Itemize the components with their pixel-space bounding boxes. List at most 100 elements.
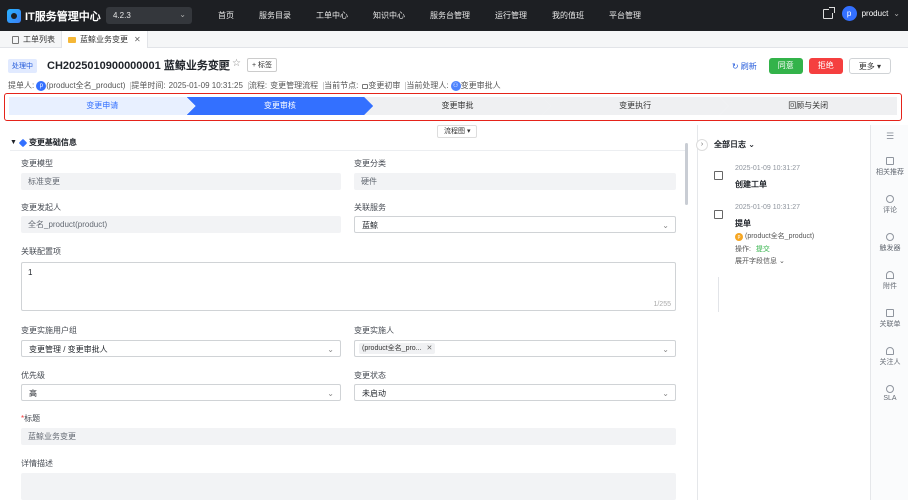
page-title: CH2025010900000001 蓝鲸业务变更 (47, 60, 230, 72)
tab-change-ticket[interactable]: 蓝鲸业务变更 ✕ (61, 31, 148, 48)
log-user: p (product全名_product) (735, 231, 814, 241)
flow-value[interactable]: 变更管理流程 (270, 80, 318, 91)
chip-label: (product全名_pro... (362, 345, 422, 352)
nav-home[interactable]: 首页 (208, 0, 244, 31)
step-label: 变更申请 (86, 101, 119, 110)
step-label: 变更审批 (441, 101, 474, 110)
edit-icon (714, 210, 723, 219)
step-label: 回顾与关闭 (788, 101, 829, 110)
config-textarea[interactable]: 1 1/255 (21, 262, 676, 311)
nav-my-duty[interactable]: 我的值班 (542, 0, 594, 31)
log-filter[interactable]: 全部日志 ⌄ (714, 139, 755, 150)
status-badge: 处理中 (8, 59, 37, 73)
section-header[interactable]: ▼ 变更基础信息 (10, 137, 77, 148)
step-3[interactable]: 变更审批 (364, 97, 551, 115)
refresh-label: 刷新 (740, 61, 757, 71)
node-value: 变更初审 (368, 81, 401, 90)
chevron-down-icon: ⌄ (179, 10, 186, 19)
handler-label: 当前处理人: (406, 81, 449, 90)
group-label: 变更实施用户组 (21, 326, 77, 335)
star-icon[interactable]: ☆ (232, 58, 241, 69)
chevron-down-icon: ⌄ (662, 221, 669, 230)
rail-collapse[interactable]: ☰ (871, 131, 908, 142)
rail-item-sla[interactable]: SLA (871, 385, 908, 402)
document-icon (886, 157, 894, 165)
top-nav-bar: IT服务管理中心 4.2.3 ⌄ 首页 服务目录 工单中心 知识中心 服务台管理… (0, 0, 908, 31)
comment-icon (886, 195, 894, 203)
expand-label: 展开字段信息 (735, 258, 777, 265)
step-2[interactable]: 变更审核 (187, 97, 374, 115)
page-tab-bar: 工单列表 蓝鲸业务变更 ✕ (0, 31, 908, 48)
initiator-field: 全名_product(product) (21, 216, 341, 233)
expand-fields-link[interactable]: 展开字段信息 ⌄ (735, 256, 785, 266)
nav-platform[interactable]: 平台管理 (599, 0, 651, 31)
rail-label: SLA (883, 395, 897, 402)
version-value: 4.2.3 (113, 11, 131, 20)
initiator-label: 变更发起人 (21, 203, 61, 212)
implementer-label: 变更实施人 (354, 326, 394, 335)
scrollbar-thumb[interactable] (685, 143, 688, 205)
log-title: 全部日志 (714, 140, 746, 149)
layers-icon (18, 138, 28, 147)
group-select[interactable]: 变更管理 / 变更审批人 ⌄ (21, 340, 341, 357)
close-icon[interactable]: ✕ (426, 345, 432, 352)
close-icon[interactable]: ✕ (134, 35, 141, 44)
nav-operations[interactable]: 运行管理 (485, 0, 537, 31)
refresh-button[interactable]: ↻ 刷新 (732, 61, 757, 72)
group-value: 变更管理 / 变更审批人 (29, 345, 108, 354)
approve-button[interactable]: 同意 (768, 58, 803, 74)
chevron-down-icon: ⌄ (748, 140, 755, 149)
char-count: 1/255 (653, 301, 671, 308)
user-menu[interactable]: p product ⌄ (841, 6, 900, 21)
version-select[interactable]: 4.2.3 ⌄ (106, 7, 192, 24)
rail-item-related[interactable]: 关联单 (871, 309, 908, 329)
flow-label: 流程: (248, 81, 268, 90)
log-op-label: 操作: (735, 246, 751, 253)
log-panel: › 全部日志 ⌄ 2025-01-09 10:31:27 创建工单 2025-0… (696, 125, 870, 500)
external-link-icon[interactable] (822, 6, 835, 19)
copy-icon[interactable] (219, 61, 226, 69)
app-logo[interactable]: IT服务管理中心 (7, 8, 101, 24)
ticket-meta: 提单人: p (product全名_product) 提单时间: 2025-01… (8, 80, 501, 91)
chevron-down-icon: ⌄ (662, 345, 669, 354)
rail-item-comment[interactable]: 评论 (871, 195, 908, 215)
log-operation: 操作: 提交 (735, 244, 770, 254)
step-label: 变更审核 (263, 101, 296, 110)
rail-item-trigger[interactable]: 触发器 (871, 233, 908, 253)
rail-item-recommend[interactable]: 相关推荐 (871, 157, 908, 177)
priority-value: 高 (29, 389, 37, 398)
rail-label: 评论 (883, 207, 897, 214)
step-1[interactable]: 变更申请 (9, 97, 196, 115)
priority-select[interactable]: 高 ⌄ (21, 384, 341, 401)
nav-service-catalog[interactable]: 服务目录 (249, 0, 301, 31)
nav-ticket-center[interactable]: 工单中心 (306, 0, 358, 31)
flag-icon (714, 171, 723, 180)
nav-knowledge-center[interactable]: 知识中心 (363, 0, 415, 31)
log-user-name: (product全名_product) (745, 233, 815, 240)
config-value: 1 (28, 268, 33, 277)
user-chip[interactable]: (product全名_pro... ✕ (359, 343, 436, 354)
step-5[interactable]: 回顾与关闭 (719, 97, 897, 115)
implementer-select[interactable]: (product全名_pro... ✕ ⌄ (354, 340, 676, 357)
change-model-label: 变更模型 (21, 159, 53, 168)
chevron-down-icon: ⌄ (778, 258, 785, 265)
service-select[interactable]: 蓝鲸 ⌄ (354, 216, 676, 233)
add-tag-button[interactable]: + 标签 (247, 58, 278, 72)
more-button[interactable]: 更多 ▾ (848, 58, 891, 74)
rail-item-followers[interactable]: 关注人 (871, 347, 908, 367)
log-action: 创建工单 (735, 180, 767, 189)
step-4[interactable]: 变更执行 (542, 97, 729, 115)
reject-button[interactable]: 拒绝 (808, 58, 843, 74)
submitter-label: 提单人: (8, 81, 35, 90)
avatar: p (36, 80, 47, 91)
flow-chart-button[interactable]: 流程图 ▾ (437, 125, 478, 138)
chevron-right-icon[interactable]: › (696, 139, 708, 151)
chevron-down-icon: ▾ (876, 62, 881, 71)
rail-item-attachment[interactable]: 附件 (871, 271, 908, 291)
state-select[interactable]: 未启动 ⌄ (354, 384, 676, 401)
link-icon (886, 309, 894, 317)
config-label: 关联配置项 (21, 247, 61, 256)
tab-ticket-list[interactable]: 工单列表 (6, 31, 61, 48)
nav-service-desk[interactable]: 服务台管理 (420, 0, 480, 31)
ticket-actions: ↻ 刷新 同意 拒绝 更多 ▾ (732, 58, 891, 74)
